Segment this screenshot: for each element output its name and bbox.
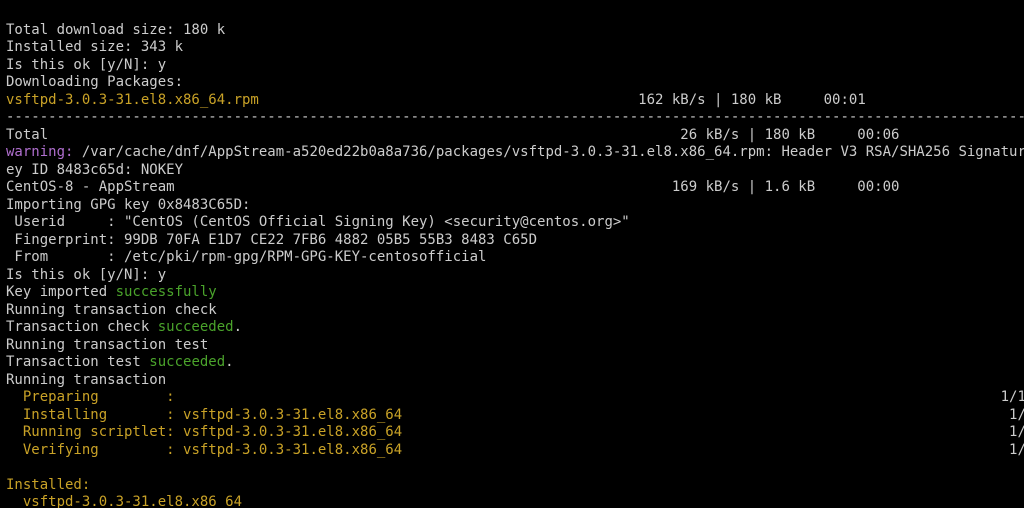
line-importing-gpg: Importing GPG key 0x8483C65D: (6, 197, 250, 213)
step-scriptlet-count: 1/1 (402, 424, 1024, 440)
step-preparing-count: 1/1 (175, 389, 1024, 405)
line-gpg-userid: Userid : "CentOS (CentOS Official Signin… (6, 214, 630, 230)
line-confirm-2: Is this ok [y/N]: y (6, 267, 166, 283)
line-running-test: Running transaction test (6, 337, 208, 353)
transaction-test-prefix: Transaction test (6, 354, 149, 370)
transaction-check-dot: . (234, 319, 242, 335)
step-scriptlet: Running scriptlet: (6, 424, 183, 440)
step-verifying: Verifying : (6, 442, 183, 458)
line-installed-size: Installed size: 343 k (6, 39, 183, 55)
step-verifying-pkg: vsftpd-3.0.3-31.el8.x86_64 (183, 442, 402, 458)
rpm-stats: 162 kB/s | 180 kB 00:01 (259, 92, 866, 108)
warning-message-2: ey ID 8483c65d: NOKEY (6, 162, 183, 178)
rpm-filename: vsftpd-3.0.3-31.el8.x86_64.rpm (6, 92, 259, 108)
installed-header: Installed: (6, 477, 90, 493)
step-verifying-count: 1/1 (402, 442, 1024, 458)
transaction-check-status: succeeded (158, 319, 234, 335)
warning-label: warning: (6, 144, 73, 160)
key-imported-prefix: Key imported (6, 284, 116, 300)
transaction-check-prefix: Transaction check (6, 319, 158, 335)
divider-dashes: ----------------------------------------… (6, 109, 1024, 125)
line-gpg-from: From : /etc/pki/rpm-gpg/RPM-GPG-KEY-cent… (6, 249, 486, 265)
step-installing-count: 1/1 (402, 407, 1024, 423)
blank-line-1 (6, 459, 14, 475)
line-confirm-1: Is this ok [y/N]: y (6, 57, 166, 73)
installed-package: vsftpd-3.0.3-31.el8.x86_64 (6, 494, 242, 508)
line-running-transaction: Running transaction (6, 372, 166, 388)
step-installing-pkg: vsftpd-3.0.3-31.el8.x86_64 (183, 407, 402, 423)
line-downloading: Downloading Packages: (6, 74, 183, 90)
step-preparing: Preparing : (6, 389, 175, 405)
line-total: Total 26 kB/s | 180 kB 00:06 (6, 127, 899, 143)
line-download-size: Total download size: 180 k (6, 22, 225, 38)
line-running-check: Running transaction check (6, 302, 217, 318)
step-installing: Installing : (6, 407, 183, 423)
warning-message-1: /var/cache/dnf/AppStream-a520ed22b0a8a73… (73, 144, 1024, 160)
line-centos8-appstream: CentOS-8 - AppStream 169 kB/s | 1.6 kB 0… (6, 179, 899, 195)
terminal-output[interactable]: Total download size: 180 k Installed siz… (0, 0, 1024, 508)
line-gpg-fingerprint: Fingerprint: 99DB 70FA E1D7 CE22 7FB6 48… (6, 232, 537, 248)
step-scriptlet-pkg: vsftpd-3.0.3-31.el8.x86_64 (183, 424, 402, 440)
transaction-test-status: succeeded (149, 354, 225, 370)
key-imported-status: successfully (116, 284, 217, 300)
transaction-test-dot: . (225, 354, 233, 370)
